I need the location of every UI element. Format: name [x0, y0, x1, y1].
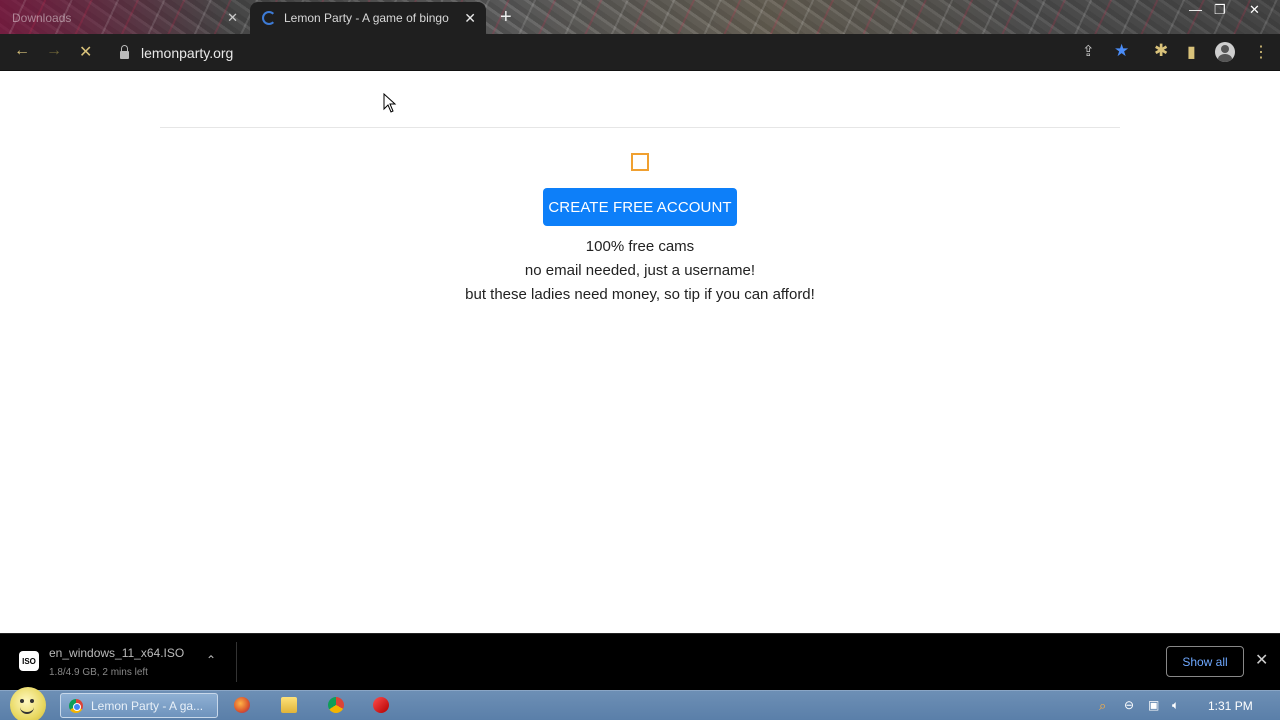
- downloads-bar: ISO en_windows_11_x64.ISO 1.8/4.9 GB, 2 …: [0, 633, 1280, 690]
- restore-button[interactable]: ❐: [1214, 2, 1226, 18]
- page-content: CREATE FREE ACCOUNT 100% free cams no em…: [0, 71, 1280, 633]
- divider: [160, 127, 1120, 128]
- forward-icon[interactable]: →: [46, 42, 62, 60]
- app-icon[interactable]: [373, 697, 389, 713]
- tab-title: Downloads: [12, 11, 72, 25]
- tab-downloads[interactable]: Downloads ✕: [0, 2, 248, 34]
- close-downloads-icon[interactable]: ✕: [1255, 650, 1268, 670]
- promo-line: no email needed, just a username!: [524, 262, 756, 279]
- download-status: 1.8/4.9 GB, 2 mins left: [49, 667, 148, 678]
- menu-icon[interactable]: ⋮: [1253, 42, 1269, 62]
- firefox-icon[interactable]: [234, 697, 250, 713]
- loading-spinner-icon: [262, 11, 276, 25]
- promo-line: but these ladies need money, so tip if y…: [465, 286, 815, 303]
- tab-title: Lemon Party - A game of bingo: [284, 11, 449, 25]
- minimize-button[interactable]: —: [1189, 2, 1202, 17]
- close-icon[interactable]: ✕: [464, 10, 476, 27]
- new-tab-button[interactable]: +: [500, 6, 512, 29]
- create-free-account-button[interactable]: CREATE FREE ACCOUNT: [543, 188, 737, 226]
- taskbar-chrome-window[interactable]: Lemon Party - A ga...: [60, 693, 218, 718]
- back-icon[interactable]: ←: [14, 42, 30, 60]
- url-text[interactable]: lemonparty.org: [141, 45, 233, 61]
- stop-icon[interactable]: ✕: [79, 42, 92, 62]
- search-icon[interactable]: ⌕: [1099, 698, 1106, 714]
- address-bar[interactable]: lemonparty.org: [108, 38, 1138, 67]
- tab-lemon-party[interactable]: Lemon Party - A game of bingo ✕: [250, 2, 486, 34]
- network-icon[interactable]: ▣: [1148, 698, 1159, 712]
- lock-icon[interactable]: [120, 44, 129, 59]
- taskbar: Lemon Party - A ga... ⌕ ⊖ ▣ 🔈︎ 1:31 PM: [0, 687, 1280, 720]
- broken-image-icon: [631, 153, 649, 171]
- divider: [236, 642, 237, 682]
- mouse-cursor-icon: [383, 93, 397, 113]
- share-icon[interactable]: ⇪: [1082, 42, 1095, 60]
- chrome-icon: [69, 698, 83, 713]
- volume-icon[interactable]: 🔈︎: [1172, 698, 1179, 713]
- side-panel-icon[interactable]: ▮: [1187, 42, 1196, 62]
- clock[interactable]: 1:31 PM: [1208, 699, 1253, 713]
- taskbar-window-label: Lemon Party - A ga...: [91, 698, 204, 713]
- extensions-icon[interactable]: ✱: [1154, 41, 1168, 61]
- promo-line: 100% free cams: [585, 238, 695, 255]
- profile-avatar-icon[interactable]: [1215, 42, 1235, 62]
- bookmark-star-icon[interactable]: ★: [1114, 41, 1129, 61]
- iso-file-icon[interactable]: ISO: [19, 651, 39, 671]
- download-file-name[interactable]: en_windows_11_x64.ISO: [49, 646, 184, 660]
- show-all-button[interactable]: Show all: [1166, 646, 1244, 677]
- promo-text: 100% free cams no email needed, just a u…: [0, 235, 1280, 307]
- chrome-icon[interactable]: [328, 697, 344, 713]
- tab-strip: Downloads ✕ Lemon Party - A game of bing…: [0, 0, 1280, 34]
- start-button[interactable]: [10, 687, 46, 720]
- folder-icon[interactable]: [281, 697, 297, 713]
- close-icon[interactable]: ✕: [227, 10, 238, 26]
- tray-icon[interactable]: ⊖: [1124, 698, 1134, 712]
- window-close-button[interactable]: ✕: [1249, 2, 1260, 18]
- browser-toolbar: ← → ✕ lemonparty.org ⇪ ★ ✱ ▮ ⋮: [0, 34, 1280, 71]
- chevron-up-icon[interactable]: ⌃: [206, 653, 216, 667]
